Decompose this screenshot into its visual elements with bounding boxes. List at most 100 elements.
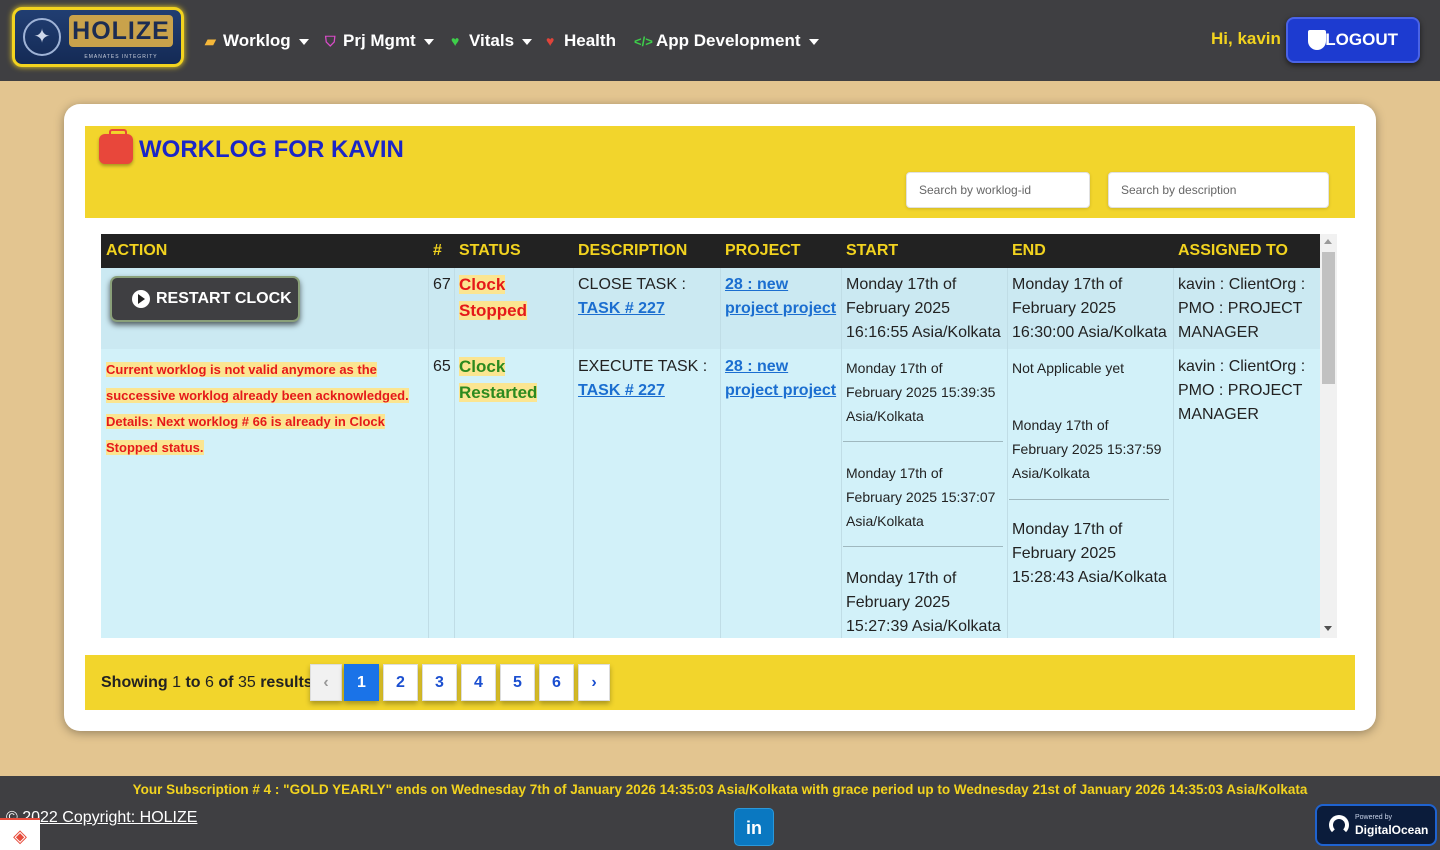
next-page-button[interactable]: › [578, 664, 610, 701]
column-header-end: END [1007, 234, 1046, 268]
column-divider [1173, 349, 1174, 638]
linkedin-icon[interactable]: in [734, 808, 774, 846]
description-text: CLOSE TASK : [578, 273, 718, 297]
column-divider [720, 349, 721, 638]
divider [843, 441, 1003, 442]
nav-vitals-label: Vitals [469, 31, 514, 50]
column-divider [1007, 349, 1008, 638]
status-badge: Clock Stopped [459, 272, 569, 324]
scrollbar-thumb[interactable] [1322, 252, 1335, 384]
table-row: RESTART CLOCK 67 Clock Stopped CLOSE TAS… [101, 268, 1320, 349]
start-time: Monday 17th of February 2025 15:37:07 As… [846, 461, 1001, 533]
navbar: ✦ HOLIZE EMANATES INTEGRITY ▰Worklog ⛉Pr… [0, 0, 1440, 81]
page-title: WORKLOG FOR KAVIN [139, 136, 404, 164]
status-badge: Clock Restarted [459, 354, 569, 406]
status-text: Clock Restarted [459, 357, 537, 402]
page-button-4[interactable]: 4 [461, 664, 496, 701]
network-icon: ⛉ [325, 28, 343, 54]
play-icon [132, 290, 150, 308]
results-total: 35 [238, 674, 256, 691]
message-line: Current worklog is not valid anymore as … [106, 362, 377, 377]
column-divider [454, 349, 455, 638]
prev-page-button[interactable]: ‹ [310, 664, 342, 701]
description-cell: CLOSE TASK : TASK # 227 [578, 273, 718, 321]
end-time: Not Applicable yet [1012, 356, 1172, 380]
worklog-id: 65 [433, 355, 451, 379]
page-button-1[interactable]: 1 [344, 664, 379, 701]
start-time: Monday 17th of February 2025 16:16:55 As… [846, 273, 1006, 345]
chevron-down-icon [299, 39, 309, 45]
chevron-down-icon [809, 39, 819, 45]
nav-worklog-label: Worklog [223, 31, 291, 50]
subscription-notice: Your Subscription # 4 : "GOLD YEARLY" en… [0, 781, 1440, 799]
user-greeting: Hi, kavin [1211, 27, 1281, 51]
divider [1009, 499, 1169, 500]
nav-vitals[interactable]: ♥Vitals [451, 28, 532, 54]
start-time: Monday 17th of February 2025 15:39:35 As… [846, 356, 1001, 428]
search-description-input[interactable] [1108, 172, 1329, 208]
scroll-up-icon[interactable] [1324, 239, 1332, 244]
to-word: to [185, 674, 200, 691]
column-divider [841, 349, 842, 638]
task-link[interactable]: TASK # 227 [578, 300, 665, 317]
table-row: Current worklog is not valid anymore as … [101, 349, 1320, 638]
brand-tagline: EMANATES INTEGRITY [69, 54, 173, 60]
footer: Your Subscription # 4 : "GOLD YEARLY" en… [0, 776, 1440, 850]
worklog-card: WORKLOG FOR KAVIN ACTION # STATUS DESCRI… [64, 104, 1376, 731]
powered-by-label: Powered by [1355, 814, 1392, 821]
pagination-bar: Showing 1 to 6 of 35 results ‹ 1 2 3 4 5… [85, 655, 1355, 710]
column-divider [454, 268, 455, 349]
search-worklog-id-input[interactable] [906, 172, 1090, 208]
shield-icon [1308, 30, 1326, 50]
logout-button[interactable]: LOGOUT [1286, 17, 1420, 63]
restart-clock-label: RESTART CLOCK [156, 290, 292, 307]
assigned-to: kavin : ClientOrg : PMO : PROJECT MANAGE… [1178, 355, 1318, 427]
table-scrollbar[interactable] [1320, 234, 1337, 638]
nav-health[interactable]: ♥Health [546, 28, 616, 54]
worklog-header: WORKLOG FOR KAVIN [85, 126, 1355, 218]
column-header-project: PROJECT [720, 234, 801, 268]
column-divider [573, 268, 574, 349]
worklog-table: ACTION # STATUS DESCRIPTION PROJECT STAR… [101, 234, 1320, 638]
results-from: 1 [172, 674, 181, 691]
nav-app-development[interactable]: </>App Development [634, 28, 819, 54]
scroll-down-icon[interactable] [1324, 626, 1332, 631]
message-line: Details: Next worklog # 66 is already in… [106, 414, 385, 429]
message-line: successive worklog already been acknowle… [106, 388, 409, 403]
column-header-status: STATUS [454, 234, 521, 268]
end-time: Monday 17th of February 2025 15:28:43 As… [1012, 518, 1172, 590]
chevron-down-icon [424, 39, 434, 45]
results-word: results [260, 674, 312, 691]
page-button-5[interactable]: 5 [500, 664, 535, 701]
restart-clock-button[interactable]: RESTART CLOCK [110, 276, 300, 322]
of-word: of [218, 674, 233, 691]
logout-label: LOGOUT [1325, 30, 1398, 49]
nav-worklog[interactable]: ▰Worklog [205, 28, 309, 54]
project-link[interactable]: 28 : new project project [725, 276, 836, 317]
page-button-6[interactable]: 6 [539, 664, 574, 701]
column-header-start: START [841, 234, 898, 268]
worklog-id: 67 [433, 273, 451, 297]
page-button-2[interactable]: 2 [383, 664, 418, 701]
table-header: ACTION # STATUS DESCRIPTION PROJECT STAR… [101, 234, 1320, 268]
description-cell: EXECUTE TASK : TASK # 227 [578, 355, 718, 403]
stethoscope-icon: ♥ [546, 28, 564, 54]
nav-health-label: Health [564, 31, 616, 50]
laravel-icon: ◈ [0, 818, 40, 850]
nav-prj-mgmt[interactable]: ⛉Prj Mgmt [325, 28, 434, 54]
project-cell: 28 : new project project [725, 273, 839, 321]
task-link[interactable]: TASK # 227 [578, 382, 665, 399]
column-header-assigned-to: ASSIGNED TO [1173, 234, 1288, 268]
end-time: Monday 17th of February 2025 15:37:59 As… [1012, 413, 1167, 485]
assigned-to: kavin : ClientOrg : PMO : PROJECT MANAGE… [1178, 273, 1318, 345]
column-divider [841, 268, 842, 349]
digitalocean-badge[interactable]: Powered by DigitalOcean [1315, 804, 1437, 846]
heart-pulse-icon: ♥ [451, 28, 469, 54]
status-text: Clock Stopped [459, 275, 527, 320]
digitalocean-label: DigitalOcean [1355, 823, 1428, 837]
column-divider [428, 268, 429, 349]
brand-logo[interactable]: ✦ HOLIZE EMANATES INTEGRITY [12, 7, 184, 67]
page-button-3[interactable]: 3 [422, 664, 457, 701]
nav-app-development-label: App Development [656, 31, 801, 50]
project-link[interactable]: 28 : new project project [725, 358, 836, 399]
